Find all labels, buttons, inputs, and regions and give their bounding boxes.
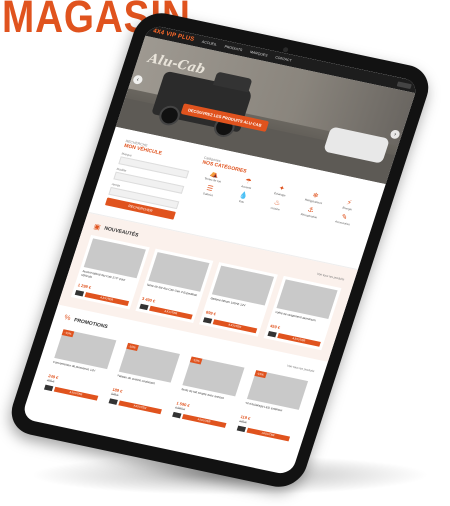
quantity-input[interactable] bbox=[266, 330, 277, 338]
nav-item-home[interactable]: ACCUEIL bbox=[201, 40, 217, 47]
cart-button[interactable] bbox=[396, 80, 413, 89]
nav-item-contact[interactable]: CONTACT bbox=[275, 55, 293, 62]
product-card[interactable]: Tente de toit Alu-Cab Gen 3 Expedition 3 … bbox=[134, 248, 214, 324]
section-title: PROMOTIONS bbox=[73, 316, 109, 330]
tablet-mockup: 4X4 VIP PLUS ACCUEIL PRODUITS MARQUES CO… bbox=[0, 0, 450, 506]
category-item[interactable]: ⚡ Énergie bbox=[332, 197, 365, 214]
category-item[interactable]: ☰ Galeries bbox=[192, 183, 225, 200]
category-item[interactable]: 💧 Eau bbox=[226, 190, 259, 207]
tablet-screen: 4X4 VIP PLUS ACCUEIL PRODUITS MARQUES CO… bbox=[21, 24, 419, 476]
product-card[interactable]: -15% Kit d'éclairage LED extérieur 119 €13… bbox=[232, 366, 312, 445]
discount-badge: -15% bbox=[189, 356, 203, 365]
section-title: NOUVEAUTÉS bbox=[103, 225, 140, 239]
quantity-input[interactable] bbox=[172, 411, 182, 419]
nav-item-brands[interactable]: MARQUES bbox=[249, 50, 268, 58]
see-all-link[interactable]: Voir tous les produits bbox=[316, 272, 344, 282]
box-icon: ▣ bbox=[92, 223, 102, 232]
discount-badge: -15% bbox=[61, 329, 75, 338]
discount-badge: -15% bbox=[253, 370, 267, 379]
product-card[interactable]: Auvent latéral Alu-Cab 270° pour véhicul… bbox=[70, 234, 150, 310]
quantity-input[interactable] bbox=[108, 398, 118, 405]
category-item[interactable]: ✦ Éclairage bbox=[264, 182, 297, 199]
see-all-link[interactable]: Voir tous les produits bbox=[287, 363, 315, 373]
quantity-input[interactable] bbox=[202, 317, 213, 324]
category-item[interactable]: ☂ Auvents bbox=[231, 175, 264, 192]
vehicle-search: RECHERCHE MON VÉHICULE Marque Modèle Ann… bbox=[104, 139, 195, 220]
category-item[interactable]: ❄ Réfrigérateurs bbox=[298, 190, 331, 207]
tablet-device: 4X4 VIP PLUS ACCUEIL PRODUITS MARQUES CO… bbox=[4, 8, 436, 492]
tag-icon: % bbox=[63, 314, 72, 323]
quantity-input[interactable] bbox=[43, 384, 54, 392]
discount-badge: -15% bbox=[125, 342, 139, 351]
category-item[interactable]: ⛺ Tentes de toit bbox=[197, 168, 230, 185]
product-card[interactable]: Batterie lithium 100Ah 12V 899 € AJOUTER bbox=[199, 262, 278, 337]
quantity-input[interactable] bbox=[138, 303, 149, 311]
category-item[interactable]: ✎ Accessoires bbox=[327, 211, 360, 228]
product-card[interactable]: Coffre de rangement aluminium 459 € AJOUTE… bbox=[263, 275, 342, 351]
category-item[interactable]: ♨ Cuisine bbox=[260, 197, 293, 214]
camera-icon bbox=[282, 46, 289, 53]
quantity-input[interactable] bbox=[74, 289, 85, 297]
category-item[interactable]: ⚓ Récupération bbox=[293, 204, 326, 221]
nav-item-products[interactable]: PRODUITS bbox=[224, 45, 243, 53]
quantity-input[interactable] bbox=[236, 425, 246, 432]
